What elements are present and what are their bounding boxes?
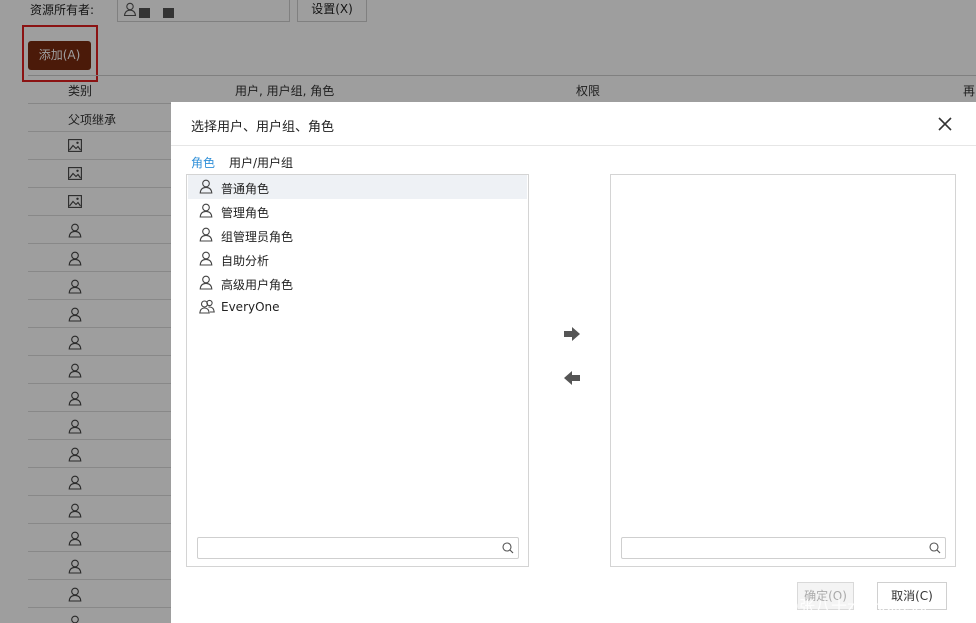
list-item-label: 普通角色 bbox=[221, 182, 270, 196]
list-item[interactable]: 管理角色 bbox=[188, 199, 527, 223]
users-icon bbox=[199, 299, 215, 317]
list-item[interactable]: 高级用户角色 bbox=[188, 271, 527, 295]
user-icon bbox=[199, 179, 213, 197]
close-icon[interactable] bbox=[935, 114, 955, 134]
list-item[interactable]: 组管理员角色 bbox=[188, 223, 527, 247]
right-search-field[interactable] bbox=[626, 539, 918, 557]
divider bbox=[171, 145, 976, 146]
user-icon bbox=[199, 203, 213, 221]
user-icon bbox=[199, 251, 213, 269]
user-icon bbox=[199, 275, 213, 293]
tab-users-groups[interactable]: 用户/用户组 bbox=[229, 154, 293, 171]
left-search-field[interactable] bbox=[202, 539, 492, 557]
arrow-left-icon[interactable] bbox=[563, 370, 581, 386]
list-item-label: 管理角色 bbox=[221, 206, 270, 220]
list-item[interactable]: 普通角色 bbox=[188, 175, 527, 199]
search-icon[interactable] bbox=[502, 542, 514, 554]
list-item-label: EveryOne bbox=[221, 300, 280, 314]
dialog-title: 选择用户、用户组、角色 bbox=[191, 120, 335, 135]
left-search-input[interactable] bbox=[197, 537, 519, 559]
list-item-label: 自助分析 bbox=[221, 254, 270, 268]
list-item-label: 组管理员角色 bbox=[221, 230, 294, 244]
list-item-label: 高级用户角色 bbox=[221, 278, 294, 292]
watermark: CSDN @张八十zhangliushi bbox=[733, 599, 928, 616]
user-icon bbox=[199, 227, 213, 245]
arrow-right-icon[interactable] bbox=[563, 326, 581, 342]
right-search-input[interactable] bbox=[621, 537, 946, 559]
selected-list bbox=[610, 174, 956, 567]
search-icon[interactable] bbox=[929, 542, 941, 554]
list-item[interactable]: EveryOne bbox=[188, 295, 527, 319]
tab-roles[interactable]: 角色 bbox=[188, 154, 218, 176]
list-item[interactable]: 自助分析 bbox=[188, 247, 527, 271]
select-principal-dialog: 选择用户、用户组、角色 角色 用户/用户组 普通角色管理角色组管理员角色 自助分析… bbox=[171, 102, 976, 623]
available-list: 普通角色管理角色组管理员角色 自助分析高级用户角色 EveryOne bbox=[186, 174, 529, 567]
